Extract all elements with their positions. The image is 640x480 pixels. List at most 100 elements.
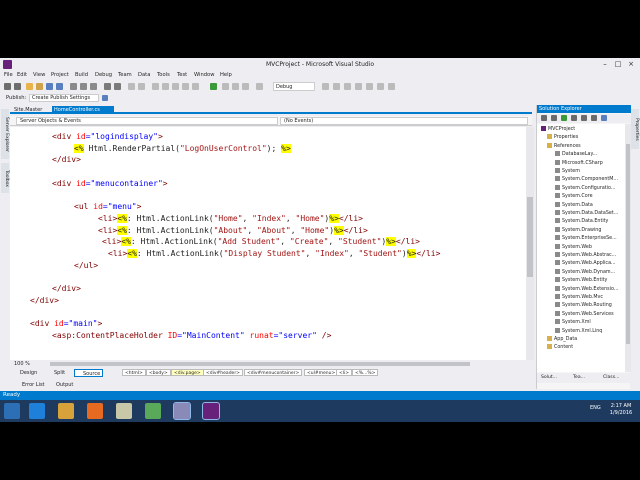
start-page-icon[interactable]	[377, 83, 384, 90]
tab-site-master[interactable]: Site.Master	[12, 106, 50, 114]
code-line[interactable]: <li><%: Html.ActionLink("Add Student", "…	[102, 236, 420, 248]
code-line[interactable]: </div>	[52, 154, 81, 166]
view-code-icon[interactable]	[571, 115, 577, 121]
editor-horizontal-scroll-thumb[interactable]	[50, 362, 470, 366]
show-all-files-icon[interactable]	[551, 115, 557, 121]
menu-team[interactable]: Team	[118, 72, 132, 78]
code-line[interactable]: <div id="menucontainer">	[52, 178, 168, 190]
menu-tools[interactable]: Tools	[157, 72, 170, 78]
utorrent-icon[interactable]	[145, 403, 161, 419]
tree-item[interactable]: System.Web.Applica...	[555, 260, 616, 268]
menu-test[interactable]: Test	[177, 72, 187, 78]
tree-item[interactable]: System.Web.Routing	[555, 302, 612, 310]
internet-explorer-icon[interactable]	[29, 403, 45, 419]
code-line[interactable]: <div id="logindisplay">	[52, 131, 163, 143]
tab-home-controller[interactable]: HomeController.cs	[52, 106, 114, 114]
tree-item[interactable]: Microsoft.CSharp	[555, 159, 603, 168]
maximize-button[interactable]: □	[613, 60, 623, 69]
zoom-level[interactable]: 100 %	[12, 360, 32, 368]
breadcrumb-div-menucontainer[interactable]: <div#menucontainer>	[244, 369, 303, 376]
indent-icon[interactable]	[182, 83, 189, 90]
code-line[interactable]: <ul id="menu">	[74, 201, 141, 213]
tree-item[interactable]: System.EnterpriseSe...	[555, 235, 617, 243]
back-icon[interactable]	[4, 83, 11, 90]
start-debug-icon[interactable]	[210, 83, 217, 90]
editor-vertical-scroll-thumb[interactable]	[527, 197, 533, 277]
find-in-files-icon[interactable]	[322, 83, 329, 90]
navigate-forward-icon[interactable]	[138, 83, 145, 90]
breakpoint-icon[interactable]	[256, 83, 263, 90]
cut-icon[interactable]	[70, 83, 77, 90]
toolbox-icon[interactable]	[366, 83, 373, 90]
copy-icon[interactable]	[80, 83, 87, 90]
folder-icon[interactable]	[116, 403, 132, 419]
menu-debug[interactable]: Debug	[95, 72, 112, 78]
code-line[interactable]: <li><%: Html.ActionLink("Home", "Index",…	[98, 213, 363, 225]
language-indicator[interactable]: ENG	[590, 405, 601, 411]
code-line[interactable]: </div>	[30, 295, 59, 307]
save-all-icon[interactable]	[56, 83, 63, 90]
error-list-tab[interactable]: Error List	[14, 381, 45, 389]
breadcrumb-div-header[interactable]: <div#header>	[203, 369, 243, 376]
solution-configuration-select[interactable]: Debug	[273, 82, 315, 91]
tree-item[interactable]: System.Web.Mvc	[555, 294, 603, 302]
video-app-icon[interactable]	[173, 402, 191, 420]
code-line[interactable]: <li><%: Html.ActionLink("About", "About"…	[98, 225, 368, 237]
tree-item[interactable]: MVCProject	[541, 126, 575, 134]
menu-project[interactable]: Project	[51, 72, 69, 78]
event-dropdown[interactable]: (No Events)	[280, 117, 528, 125]
menu-edit[interactable]: Edit	[17, 72, 27, 78]
paste-icon[interactable]	[90, 83, 97, 90]
new-project-icon[interactable]	[26, 83, 33, 90]
solution-tree[interactable]: MVCProject Properties References DatabaseLa…	[537, 124, 625, 372]
team-explorer-tab[interactable]: Tea...	[573, 374, 585, 382]
publish-web-icon[interactable]	[102, 95, 108, 101]
tree-item[interactable]: System.ComponentM...	[555, 176, 618, 184]
file-explorer-icon[interactable]	[58, 403, 74, 419]
tree-item[interactable]: System.Web.Abstrac...	[555, 252, 616, 260]
find-icon[interactable]	[152, 83, 159, 90]
menu-view[interactable]: View	[33, 72, 45, 78]
asp-net-configuration-icon[interactable]	[601, 115, 607, 121]
comment-icon[interactable]	[162, 83, 169, 90]
tree-item[interactable]: System.Web.Entity	[555, 277, 607, 285]
menu-file[interactable]: File	[4, 72, 13, 78]
solution-explorer-icon[interactable]	[333, 83, 340, 90]
tree-item[interactable]: References	[547, 142, 581, 151]
object-browser-icon[interactable]	[355, 83, 362, 90]
code-line[interactable]: <asp:ContentPlaceHolder ID="MainContent"…	[52, 330, 331, 342]
tree-item[interactable]: App_Data	[547, 336, 577, 344]
tree-item[interactable]: System.Drawing	[555, 226, 601, 235]
forward-icon[interactable]	[14, 83, 21, 90]
output-tab[interactable]: Output	[48, 381, 73, 389]
tree-item[interactable]: System.Configuratio...	[555, 184, 615, 193]
outdent-icon[interactable]	[192, 83, 199, 90]
minimize-button[interactable]: –	[600, 60, 610, 69]
tree-item[interactable]: System.Data	[555, 201, 593, 210]
tree-item[interactable]: System.Xml	[555, 319, 591, 327]
code-line[interactable]: <% Html.RenderPartial("LogOnUserControl"…	[74, 143, 291, 155]
step-into-icon[interactable]	[222, 83, 229, 90]
class-view-tab[interactable]: Class...	[603, 374, 619, 382]
start-icon[interactable]	[4, 403, 20, 419]
code-line[interactable]: </div>	[52, 283, 81, 295]
menu-help[interactable]: Help	[220, 72, 232, 78]
tree-item[interactable]: System.Web.Dynam...	[555, 268, 615, 277]
step-over-icon[interactable]	[232, 83, 239, 90]
solution-explorer-tab[interactable]: Solut...	[541, 374, 557, 382]
tree-item[interactable]: System.Data.Entity	[555, 218, 608, 226]
design-view-button[interactable]: Design	[12, 369, 39, 377]
properties-tab[interactable]: Properties	[631, 109, 639, 149]
tree-item[interactable]: System.Data.DataSet...	[555, 210, 618, 218]
menu-data[interactable]: Data	[138, 72, 150, 78]
code-line[interactable]: <div id="main">	[30, 318, 102, 330]
firefox-icon[interactable]	[87, 403, 103, 419]
undo-icon[interactable]	[104, 83, 111, 90]
editor-vertical-scrollbar[interactable]	[526, 127, 534, 360]
breadcrumb-div-page[interactable]: <div.page>	[171, 369, 204, 376]
breadcrumb-ul-menu[interactable]: <ul#menu>	[304, 369, 339, 376]
tree-item[interactable]: System.Web	[555, 243, 592, 252]
code-line[interactable]: </ul>	[74, 260, 98, 272]
code-editor[interactable]: <div id="logindisplay"> <% Html.RenderPar…	[10, 127, 526, 360]
tree-item[interactable]: System.Web.Extensio...	[555, 285, 618, 294]
